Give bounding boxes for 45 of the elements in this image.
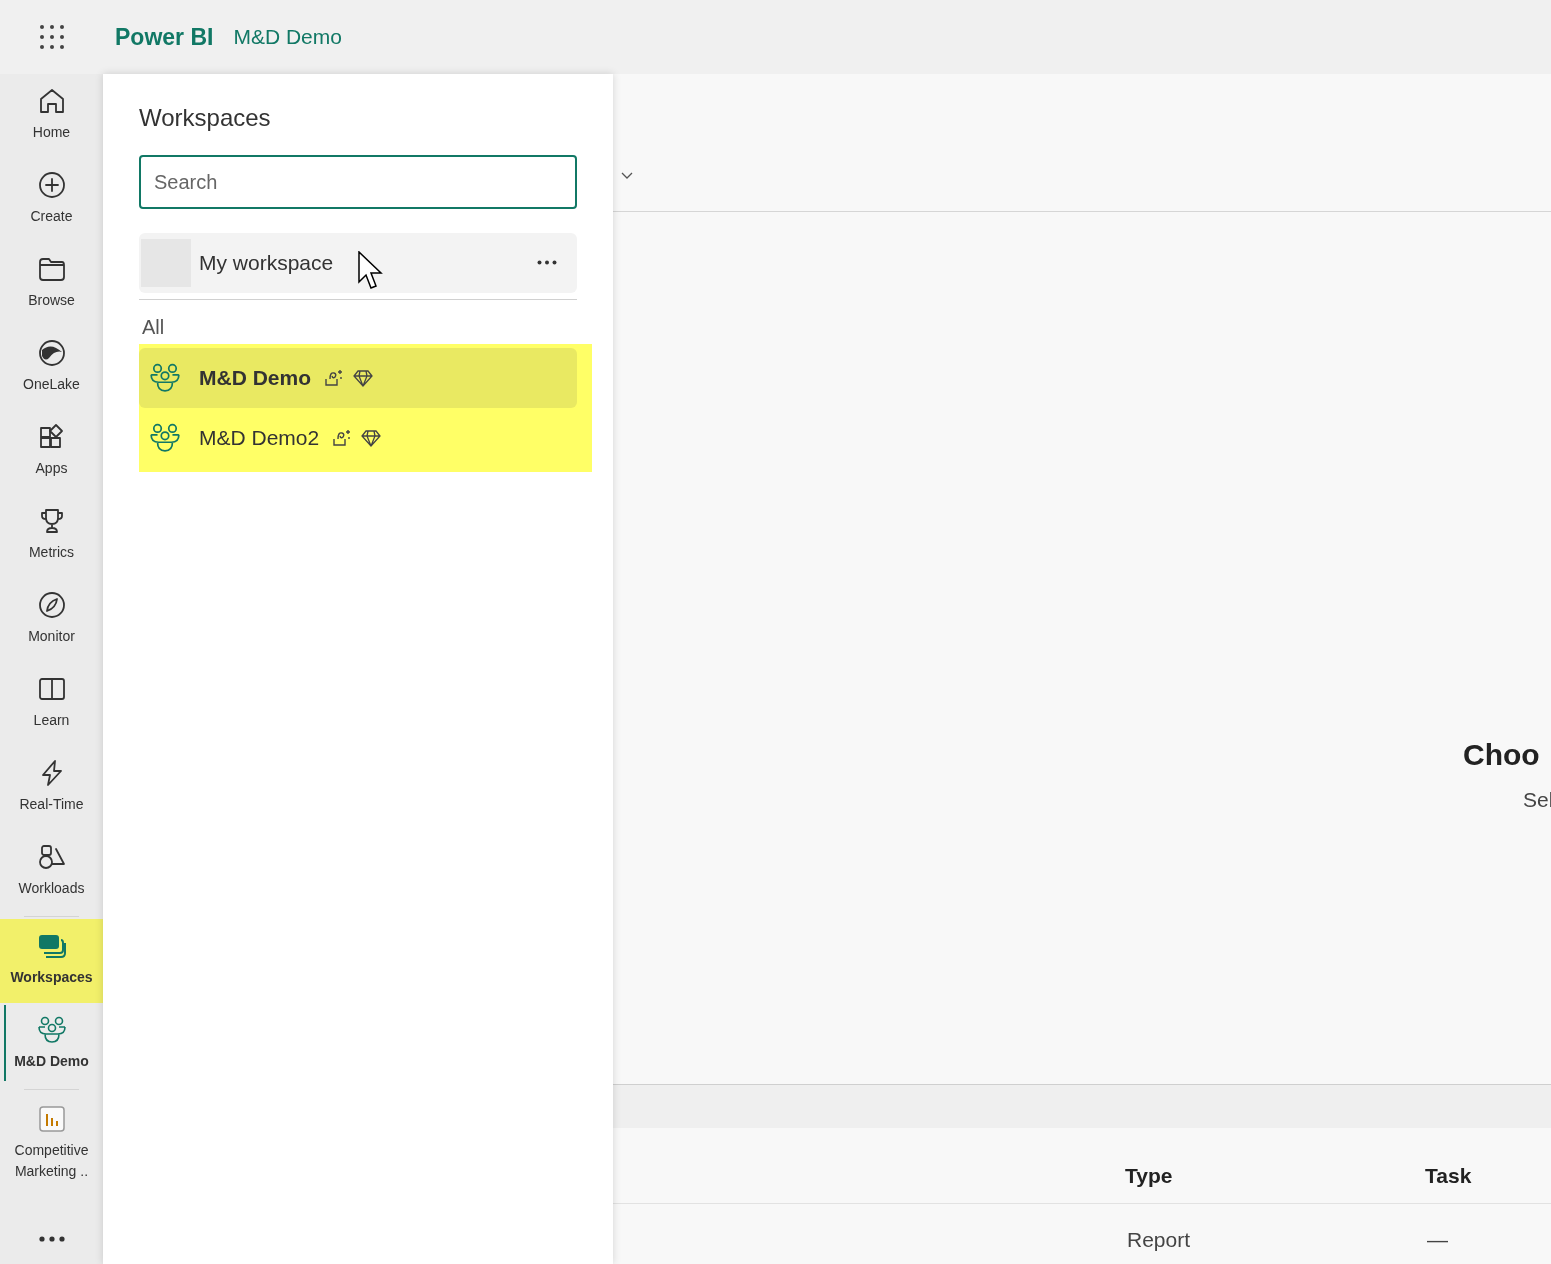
app-launcher-icon[interactable] [38, 24, 65, 50]
nav-item[interactable]: Competitive Marketing .. [0, 1092, 103, 1192]
add-circle-icon [36, 170, 67, 200]
nav-item[interactable]: Workloads [0, 830, 103, 914]
search-field[interactable]: Search [139, 155, 577, 209]
nav-item[interactable]: OneLake [0, 326, 103, 410]
section-label: All [142, 316, 166, 338]
nav-item[interactable]: Apps [0, 410, 103, 494]
workspace-name: M&D Demo [199, 365, 311, 392]
panel-title: Workspaces [139, 103, 272, 133]
nav-item[interactable]: Home [0, 74, 103, 158]
mouse-cursor-icon [358, 251, 384, 291]
report-icon [36, 1104, 67, 1134]
lake-icon [36, 338, 67, 368]
people-icon [149, 362, 181, 394]
column-header[interactable]: Type [1125, 1160, 1173, 1192]
my-workspace-item[interactable]: My workspace [139, 233, 577, 293]
nav-item[interactable]: Metrics [0, 494, 103, 578]
workspace-breadcrumb[interactable]: M&D Demo [233, 21, 342, 53]
nav-item[interactable]: Create [0, 158, 103, 242]
column-header[interactable]: Task [1425, 1160, 1472, 1192]
nav-item[interactable]: M&D Demo [0, 1003, 103, 1087]
table-cell-text: Report [1127, 1227, 1191, 1253]
nav-item[interactable]: Real-Time [0, 746, 103, 830]
my-workspace-label: My workspace [199, 250, 334, 277]
chevron-down-icon[interactable] [621, 172, 633, 180]
empty-state-heading: Choo [1463, 736, 1540, 773]
workspace-name: M&D Demo2 [199, 425, 320, 452]
sparkle-icon [323, 367, 345, 389]
nav-item[interactable]: Learn [0, 662, 103, 746]
nav-item[interactable]: Monitor [0, 578, 103, 662]
workspace-item[interactable]: M&D Demo [139, 348, 577, 408]
diamond-icon [353, 369, 373, 387]
table-cell-text: — [1427, 1227, 1448, 1253]
product-name[interactable]: Power BI [115, 19, 214, 55]
workspace-item[interactable]: M&D Demo2 [139, 408, 577, 468]
diamond-icon [361, 429, 382, 447]
people-icon [36, 1015, 67, 1045]
nav-item[interactable]: Workspaces [0, 919, 103, 1003]
nav-item[interactable]: Browse [0, 242, 103, 326]
shapes-icon [36, 842, 67, 872]
more-icon[interactable] [38, 1236, 65, 1242]
more-options-icon[interactable] [537, 260, 557, 265]
compass-icon [36, 590, 67, 620]
people-icon [149, 422, 181, 454]
